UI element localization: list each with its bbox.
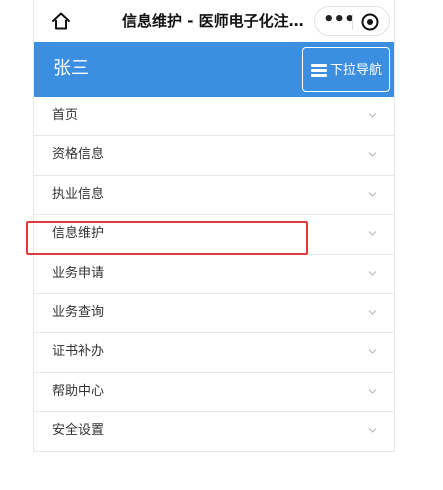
top-navigation-bar: 信息维护 - 医师电子化注… ••• bbox=[34, 0, 394, 42]
navigation-menu: 首页 资格信息 执业信息 信息维护 业务申请 业务查询 证书补办 帮助中心 安全… bbox=[34, 97, 394, 452]
chevron-down-icon bbox=[368, 191, 377, 197]
chevron-down-icon bbox=[368, 113, 377, 118]
menu-item-label: 首页 bbox=[52, 108, 79, 123]
menu-item-help-center[interactable]: 帮助中心 bbox=[34, 372, 394, 413]
app-header: 张三 下拉导航 bbox=[34, 42, 394, 97]
chevron-down-icon bbox=[368, 388, 377, 394]
menu-item-practice[interactable]: 执业信息 bbox=[34, 175, 394, 216]
more-icon[interactable]: ••• bbox=[323, 7, 356, 35]
hamburger-icon bbox=[311, 64, 327, 77]
menu-item-label: 安全设置 bbox=[52, 423, 105, 439]
menu-item-home[interactable]: 首页 bbox=[34, 97, 394, 137]
menu-item-security-settings[interactable]: 安全设置 bbox=[34, 412, 394, 452]
chevron-down-icon bbox=[368, 310, 377, 315]
user-name: 张三 bbox=[53, 58, 89, 79]
menu-item-label: 信息维护 bbox=[52, 226, 105, 242]
home-icon[interactable] bbox=[50, 10, 72, 32]
chevron-down-icon bbox=[368, 270, 377, 276]
chevron-down-icon bbox=[368, 349, 377, 355]
capsule-menu: ••• bbox=[314, 6, 390, 36]
menu-item-label: 业务申请 bbox=[52, 265, 105, 281]
page-title: 信息维护 - 医师电子化注… bbox=[122, 12, 304, 30]
menu-item-label: 证书补办 bbox=[52, 344, 105, 360]
menu-item-label: 帮助中心 bbox=[52, 383, 105, 399]
chevron-down-icon bbox=[368, 428, 377, 433]
menu-item-business-apply[interactable]: 业务申请 bbox=[34, 254, 394, 294]
menu-item-business-query[interactable]: 业务查询 bbox=[34, 293, 394, 334]
menu-item-label: 资格信息 bbox=[52, 147, 105, 163]
chevron-down-icon bbox=[368, 231, 377, 236]
menu-item-certificate-reissue[interactable]: 证书补办 bbox=[34, 333, 394, 373]
mini-program-window: 信息维护 - 医师电子化注… ••• 张三 下拉导航 首页 资格信息 执业信息 … bbox=[33, 0, 395, 452]
menu-item-label: 业务查询 bbox=[52, 304, 105, 320]
menu-item-info-maintenance[interactable]: 信息维护 bbox=[34, 215, 394, 255]
capsule-divider bbox=[352, 14, 353, 30]
close-icon[interactable] bbox=[360, 12, 380, 32]
dropdown-nav-label: 下拉导航 bbox=[330, 62, 383, 77]
chevron-down-icon bbox=[368, 152, 377, 158]
menu-item-label: 执业信息 bbox=[52, 186, 105, 202]
menu-item-qualification[interactable]: 资格信息 bbox=[34, 136, 394, 176]
dropdown-nav-button[interactable]: 下拉导航 bbox=[302, 47, 390, 92]
